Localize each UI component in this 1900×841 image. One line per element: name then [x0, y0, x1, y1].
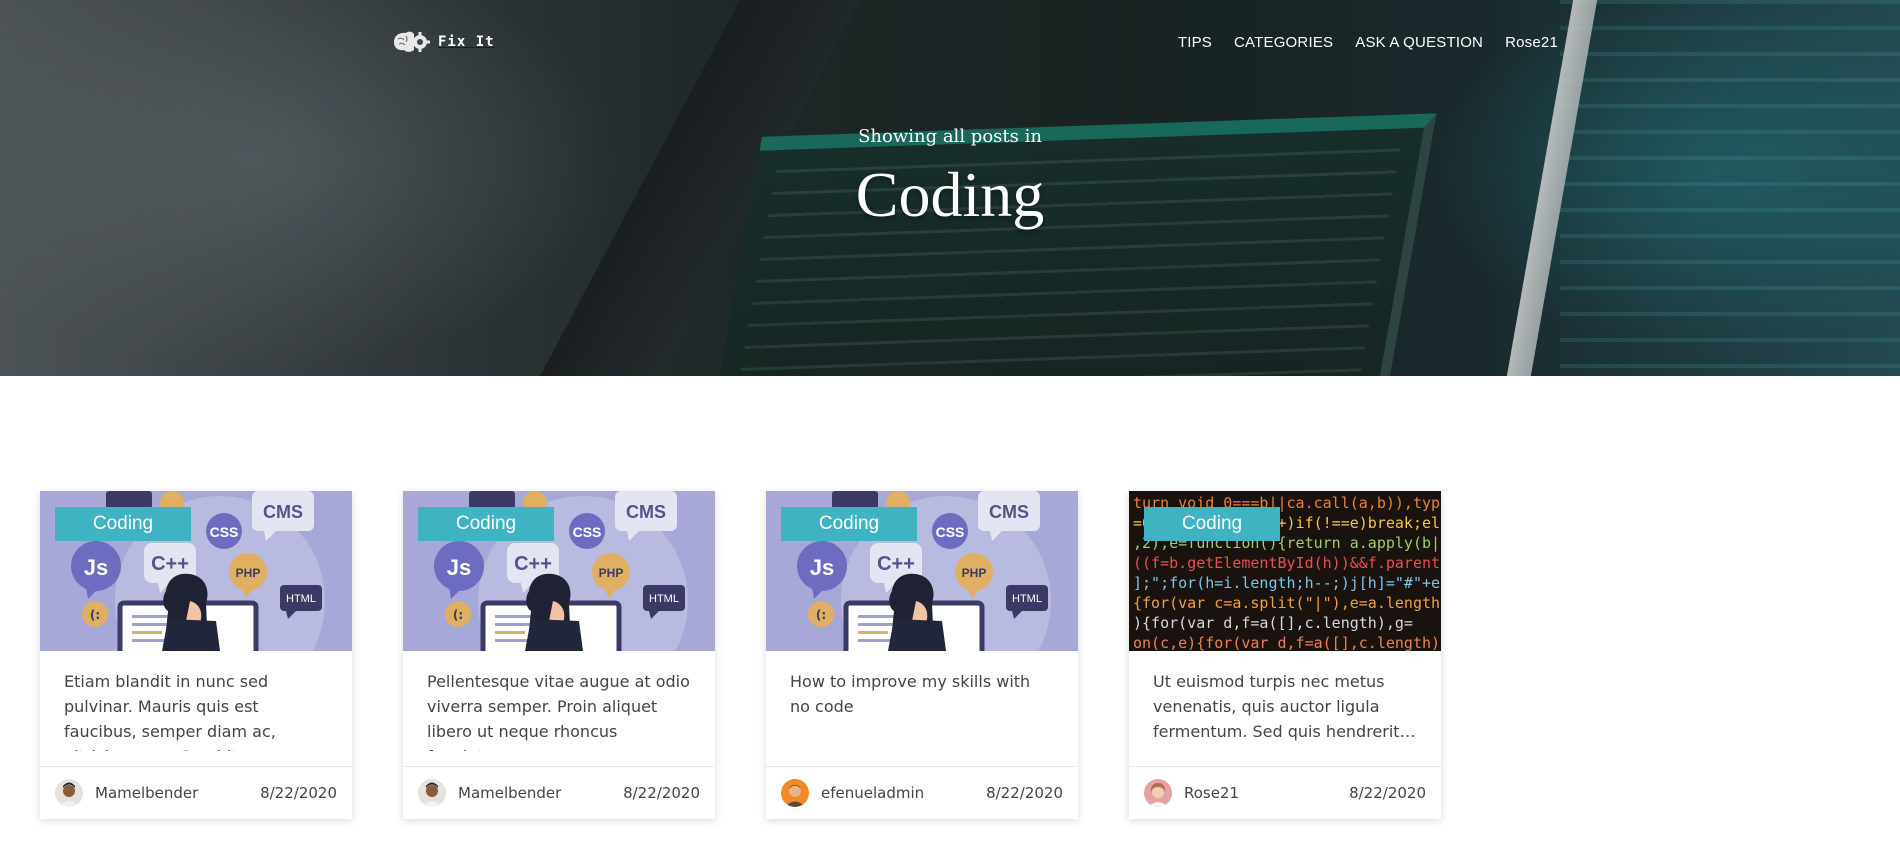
svg-text:(:: (:	[453, 608, 463, 622]
code-line: ];";for(h=i.length;h--;)j[h]="#"+e	[1133, 574, 1441, 592]
post-meta: Mamelbender 8/22/2020	[403, 766, 715, 819]
post-excerpt[interactable]: Ut euismod turpis nec metus venenatis, q…	[1129, 651, 1441, 751]
post-thumbnail: CMS CSS Js C++ PHP HTML (: Coding	[40, 491, 352, 651]
post-card[interactable]: CMS CSS Js C++ PHP HTML (: Coding Etiam …	[40, 491, 352, 819]
post-card[interactable]: turn void 0===b||ca.call(a,b)),type =0;e<…	[1129, 491, 1441, 819]
post-card[interactable]: CMS CSS Js C++ PHP HTML (: Coding How to…	[766, 491, 1078, 819]
code-line: {for(var c=a.split("|"),e=a.length;	[1133, 594, 1441, 612]
post-meta: efenueladmin 8/22/2020	[766, 766, 1078, 819]
svg-text:C++: C++	[151, 553, 189, 575]
author-avatar	[781, 779, 809, 807]
nav-tips[interactable]: TIPS	[1178, 34, 1212, 51]
post-excerpt[interactable]: How to improve my skills with no code	[766, 651, 1078, 751]
main-nav: TIPS CATEGORIES ASK A QUESTION Rose21	[1178, 34, 1558, 51]
nav-categories[interactable]: CATEGORIES	[1234, 34, 1333, 51]
author-avatar	[418, 779, 446, 807]
logo-text: Fix It	[438, 34, 495, 50]
category-badge[interactable]: Coding	[418, 507, 554, 541]
svg-text:Js: Js	[810, 555, 834, 580]
post-date: 8/22/2020	[1349, 784, 1426, 802]
hero-subtitle: Showing all posts in	[858, 126, 1042, 147]
svg-text:CMS: CMS	[626, 502, 666, 522]
post-excerpt[interactable]: Etiam blandit in nunc sed pulvinar. Maur…	[40, 651, 352, 751]
post-date: 8/22/2020	[623, 784, 700, 802]
author-avatar	[55, 779, 83, 807]
svg-text:CSS: CSS	[573, 524, 602, 540]
code-line: ){for(var d,f=a([],c.length),g=	[1133, 614, 1413, 632]
svg-text:HTML: HTML	[649, 593, 679, 605]
author-name[interactable]: efenueladmin	[821, 784, 924, 802]
svg-text:HTML: HTML	[1012, 593, 1042, 605]
post-thumbnail: turn void 0===b||ca.call(a,b)),type =0;e<…	[1129, 491, 1441, 651]
code-line: ((f=b.getElementById(h))&&f.parentNode	[1133, 554, 1441, 572]
nav-ask-a-question[interactable]: ASK A QUESTION	[1355, 34, 1483, 51]
post-thumbnail: CMS CSS Js C++ PHP HTML (: Coding	[403, 491, 715, 651]
category-badge[interactable]: Coding	[55, 507, 191, 541]
nav-user-account[interactable]: Rose21	[1505, 34, 1558, 51]
post-card[interactable]: CMS CSS Js C++ PHP HTML (: Coding Pellen…	[403, 491, 715, 819]
svg-text:C++: C++	[514, 553, 552, 575]
author-name[interactable]: Rose21	[1184, 784, 1239, 802]
logo-brain-gear-icon	[390, 29, 430, 55]
svg-text:(:: (:	[816, 608, 826, 622]
svg-text:CMS: CMS	[989, 502, 1029, 522]
page-title: Coding	[855, 159, 1045, 230]
svg-text:Js: Js	[447, 555, 471, 580]
post-meta: Rose21 8/22/2020	[1129, 766, 1441, 819]
author-name[interactable]: Mamelbender	[95, 784, 198, 802]
svg-text:CSS: CSS	[210, 524, 239, 540]
post-excerpt[interactable]: Pellentesque vitae augue at odio viverra…	[403, 651, 715, 751]
post-meta: Mamelbender 8/22/2020	[40, 766, 352, 819]
svg-text:PHP: PHP	[599, 566, 624, 580]
code-line: on(c,e){for(var d,f=a([],c.length),g	[1133, 634, 1441, 651]
svg-text:CMS: CMS	[263, 502, 303, 522]
svg-text:(:: (:	[90, 608, 100, 622]
svg-text:PHP: PHP	[236, 566, 261, 580]
logo[interactable]: Fix It	[390, 28, 495, 56]
hero-banner: Fix It TIPS CATEGORIES ASK A QUESTION Ro…	[0, 0, 1900, 376]
post-thumbnail: CMS CSS Js C++ PHP HTML (: Coding	[766, 491, 1078, 651]
post-grid: CMS CSS Js C++ PHP HTML (: Coding Etiam …	[40, 491, 1441, 819]
category-badge[interactable]: Coding	[781, 507, 917, 541]
svg-text:CSS: CSS	[936, 524, 965, 540]
author-name[interactable]: Mamelbender	[458, 784, 561, 802]
svg-text:PHP: PHP	[962, 566, 987, 580]
post-date: 8/22/2020	[260, 784, 337, 802]
author-avatar	[1144, 779, 1172, 807]
category-badge[interactable]: Coding	[1144, 507, 1280, 541]
svg-text:HTML: HTML	[286, 593, 316, 605]
post-date: 8/22/2020	[986, 784, 1063, 802]
svg-text:C++: C++	[877, 553, 915, 575]
svg-text:Js: Js	[84, 555, 108, 580]
